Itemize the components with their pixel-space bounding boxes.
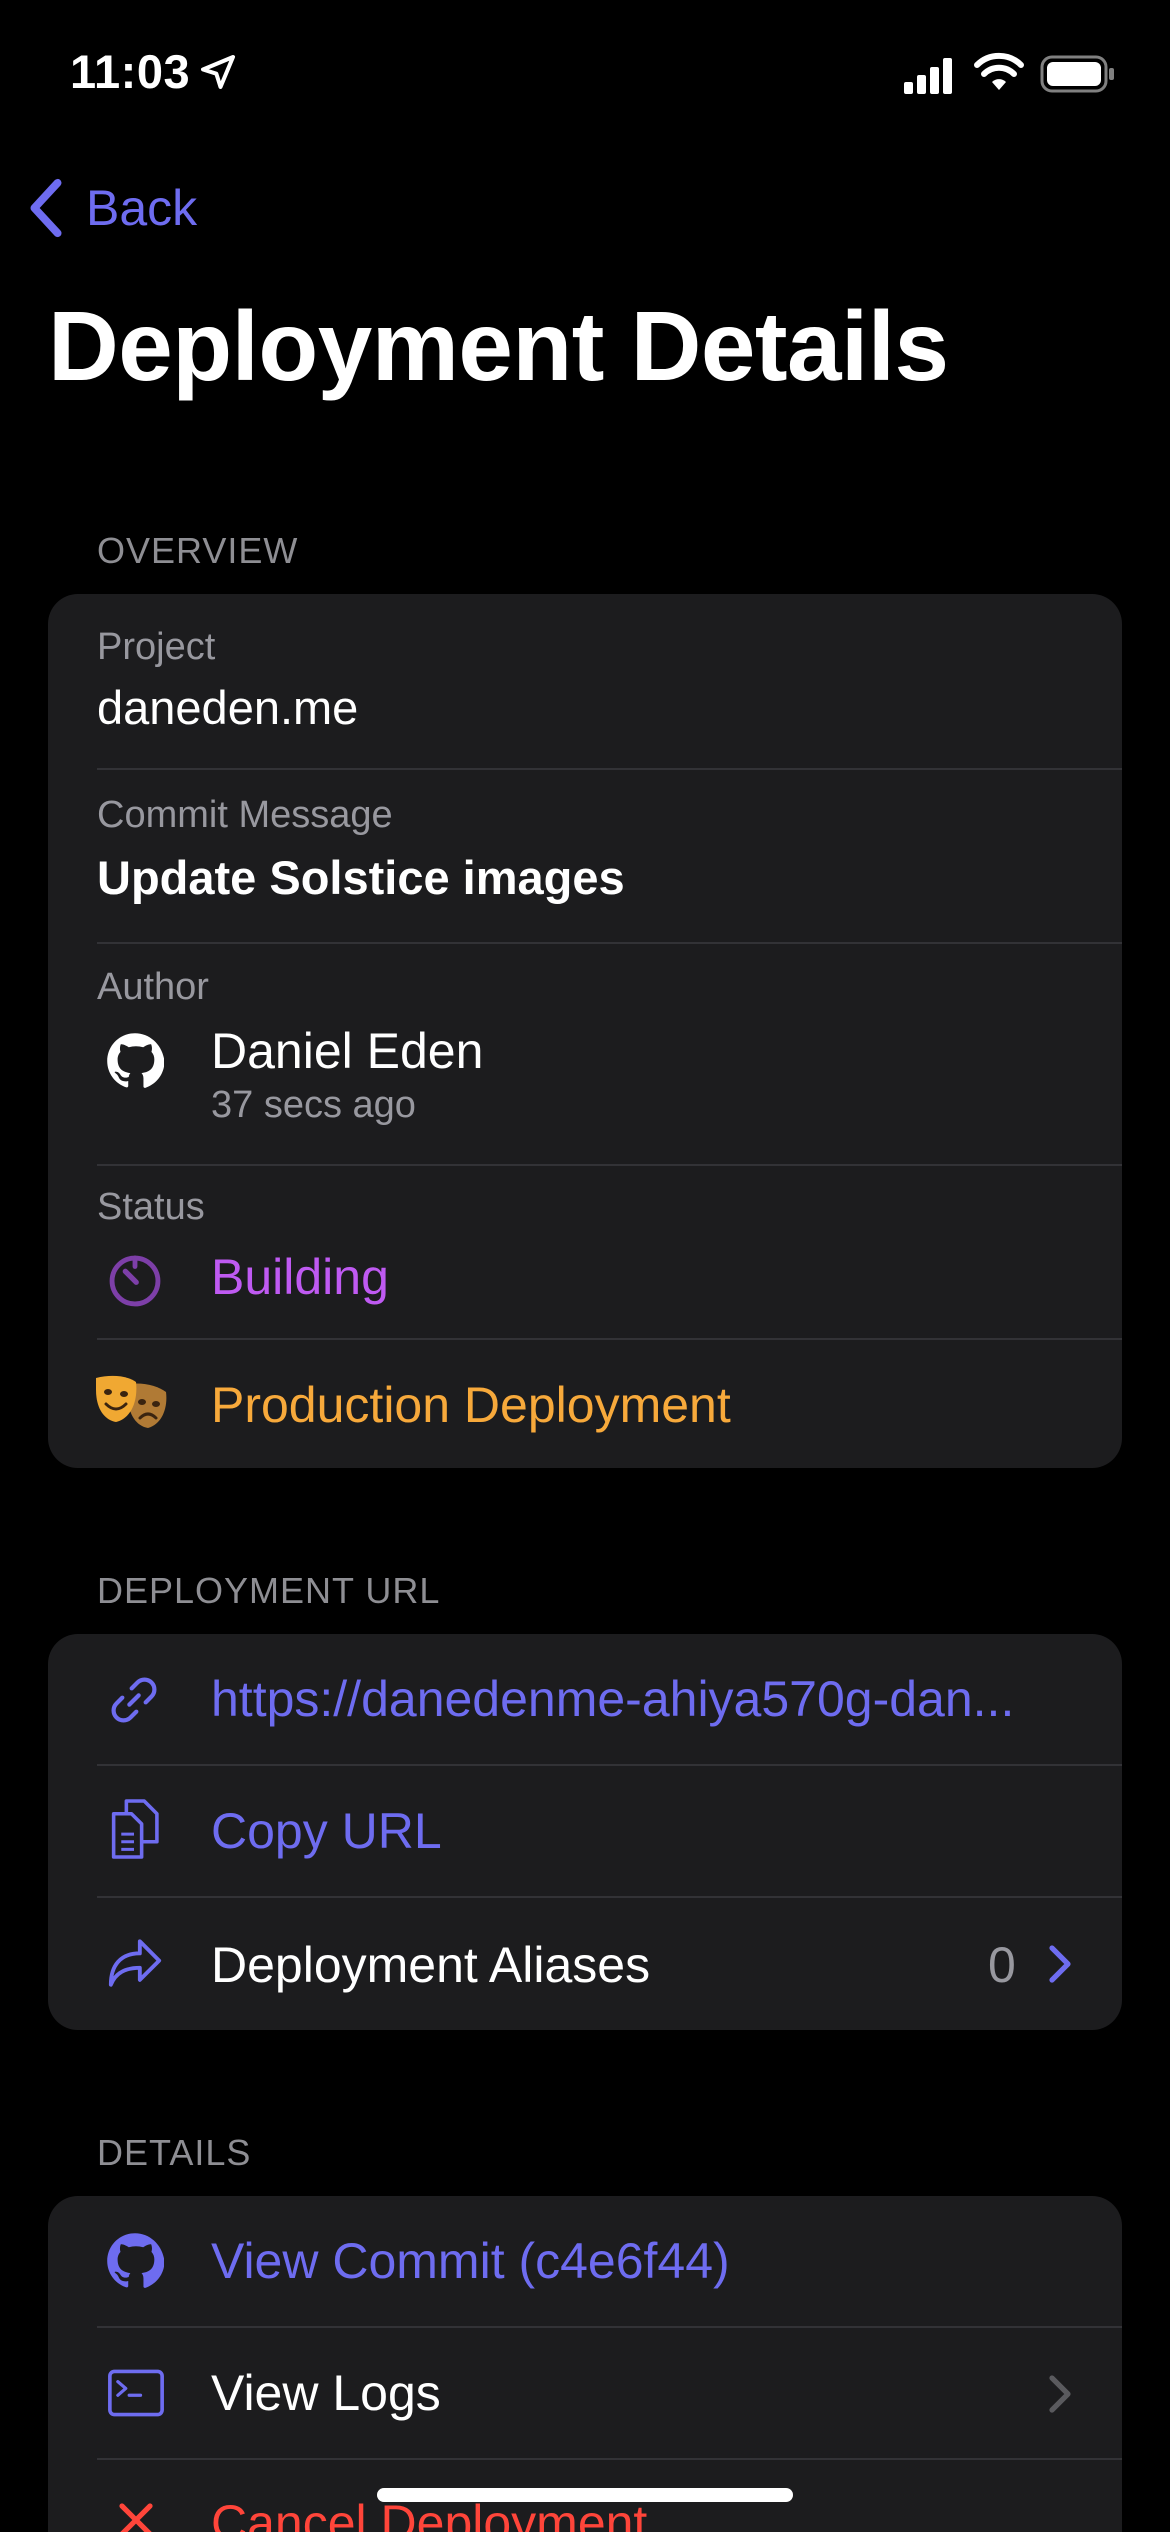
wifi-icon bbox=[974, 52, 1024, 90]
aliases-count: 0 bbox=[988, 1937, 1016, 1993]
status-row: Status Building bbox=[48, 1166, 1122, 1338]
url-link-row[interactable]: https://danedenme-ahiya570g-dan... bbox=[48, 1634, 1122, 1764]
theater-masks-icon bbox=[96, 1375, 167, 1428]
project-label: Project bbox=[97, 626, 216, 668]
chevron-left-icon bbox=[30, 178, 62, 238]
details-card: View Commit (c4e6f44) View Logs Cancel D… bbox=[48, 2196, 1122, 2532]
location-arrow-icon bbox=[201, 55, 235, 89]
author-label: Author bbox=[97, 966, 209, 1008]
copy-document-icon bbox=[111, 1799, 159, 1859]
github-icon bbox=[107, 1033, 164, 1088]
back-button[interactable]: Back bbox=[26, 174, 197, 242]
view-commit-button[interactable]: View Commit (c4e6f44) bbox=[48, 2196, 1122, 2326]
close-x-icon bbox=[119, 2503, 153, 2532]
status-label: Status bbox=[97, 1186, 205, 1228]
view-logs-button[interactable]: View Logs bbox=[48, 2328, 1122, 2458]
author-row: Author Daniel Eden 37 secs ago bbox=[48, 944, 1122, 1164]
deployment-url-link[interactable]: https://danedenme-ahiya570g-dan... bbox=[211, 1670, 1014, 1728]
production-deployment-label: Production Deployment bbox=[211, 1377, 731, 1433]
link-icon bbox=[111, 1677, 157, 1723]
details-header: DETAILS bbox=[97, 2132, 252, 2173]
share-arrow-icon bbox=[108, 1939, 162, 1987]
deployment-aliases-label: Deployment Aliases bbox=[211, 1937, 651, 1993]
battery-icon bbox=[1040, 55, 1114, 93]
commit-message-label: Commit Message bbox=[97, 794, 393, 836]
project-value: daneden.me bbox=[97, 681, 359, 734]
timer-icon bbox=[109, 1255, 161, 1307]
cellular-signal-icon bbox=[904, 58, 952, 94]
status-value: Building bbox=[211, 1249, 389, 1305]
status-time: 11:03 bbox=[70, 45, 191, 98]
github-icon bbox=[107, 2233, 164, 2288]
view-commit-label: View Commit (c4e6f44) bbox=[211, 2233, 730, 2289]
chevron-right-icon bbox=[1049, 2375, 1071, 2413]
chevron-right-icon bbox=[1049, 1945, 1071, 1983]
commit-message-value: Update Solstice images bbox=[97, 851, 625, 904]
author-time: 37 secs ago bbox=[211, 1084, 416, 1126]
copy-url-button[interactable]: Copy URL bbox=[48, 1766, 1122, 1896]
overview-header: OVERVIEW bbox=[97, 530, 299, 571]
deployment-aliases-row[interactable]: Deployment Aliases 0 bbox=[48, 1898, 1122, 2030]
copy-url-label: Copy URL bbox=[211, 1803, 442, 1859]
home-indicator[interactable] bbox=[377, 2488, 793, 2502]
project-row: Project daneden.me bbox=[48, 594, 1122, 768]
overview-card: Project daneden.me Commit Message Update… bbox=[48, 594, 1122, 1468]
deployment-url-header: DEPLOYMENT URL bbox=[97, 1570, 441, 1611]
view-logs-label: View Logs bbox=[211, 2365, 441, 2421]
production-deployment-row: Production Deployment bbox=[48, 1340, 1122, 1468]
status-bar: 11:03 bbox=[0, 0, 1170, 150]
terminal-icon bbox=[108, 2369, 164, 2417]
author-name: Daniel Eden bbox=[211, 1023, 484, 1079]
commit-message-row: Commit Message Update Solstice images bbox=[48, 770, 1122, 942]
page-title: Deployment Details bbox=[48, 291, 949, 401]
back-button-label: Back bbox=[86, 180, 198, 236]
deployment-url-card: https://danedenme-ahiya570g-dan... Copy … bbox=[48, 1634, 1122, 2030]
